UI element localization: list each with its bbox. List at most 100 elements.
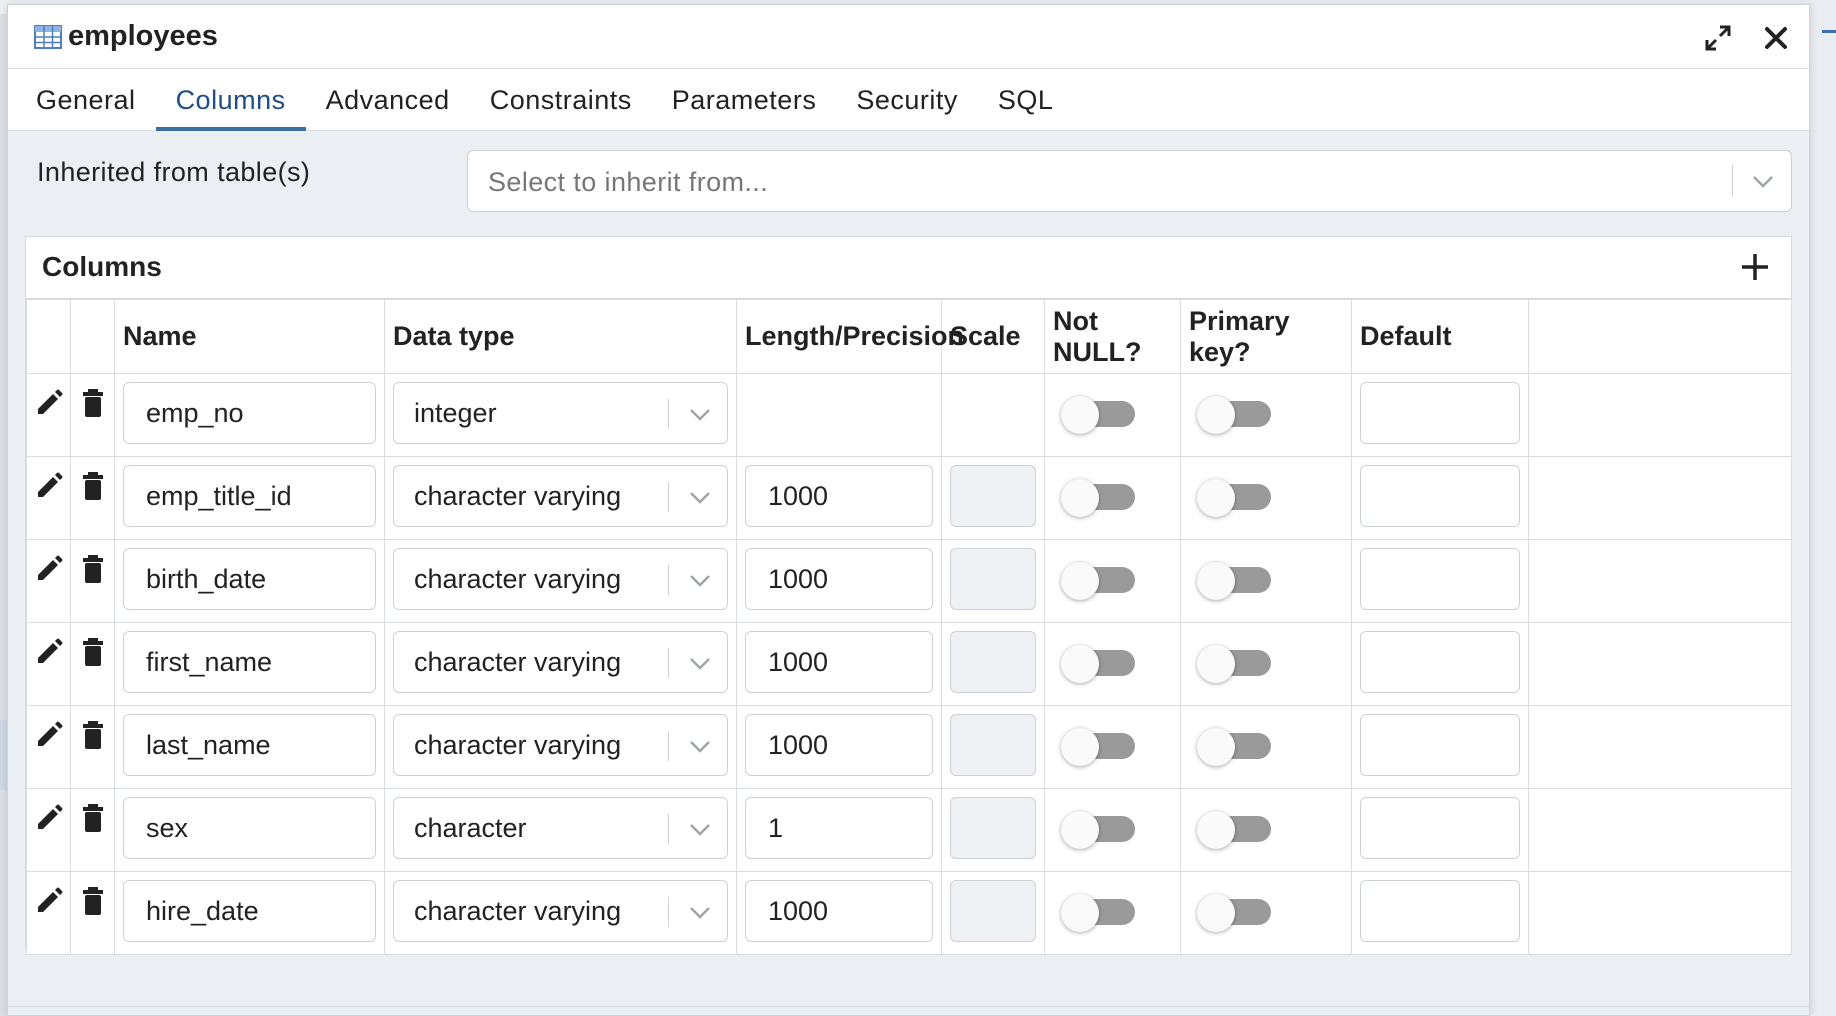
pencil-icon[interactable] bbox=[27, 872, 70, 954]
chevron-down-icon bbox=[690, 575, 710, 587]
tab-columns[interactable]: Columns bbox=[155, 69, 306, 131]
pencil-icon[interactable] bbox=[27, 374, 70, 456]
data-type-select[interactable]: character varying bbox=[393, 631, 728, 693]
table-row: birth_date character varying 1000 bbox=[26, 539, 1792, 623]
trash-icon[interactable] bbox=[71, 457, 114, 539]
header-data-type: Data type bbox=[384, 299, 737, 374]
primary-key-toggle[interactable] bbox=[1197, 894, 1271, 932]
background-window-edge bbox=[1808, 0, 1836, 1016]
pencil-icon[interactable] bbox=[27, 623, 70, 705]
default-value-input[interactable] bbox=[1360, 465, 1520, 527]
tab-parameters[interactable]: Parameters bbox=[652, 69, 837, 131]
default-value-input[interactable] bbox=[1360, 880, 1520, 942]
primary-key-toggle[interactable] bbox=[1197, 811, 1271, 849]
scale-input bbox=[950, 548, 1036, 610]
trash-icon[interactable] bbox=[71, 374, 114, 456]
scale-input bbox=[950, 465, 1036, 527]
default-value-input[interactable] bbox=[1360, 631, 1520, 693]
column-name-input[interactable]: hire_date bbox=[123, 880, 376, 942]
close-icon[interactable] bbox=[1761, 23, 1791, 53]
scale-input bbox=[950, 714, 1036, 776]
column-name-input[interactable]: emp_no bbox=[123, 382, 376, 444]
default-value-input[interactable] bbox=[1360, 714, 1520, 776]
not-null-toggle[interactable] bbox=[1061, 894, 1135, 932]
chevron-down-icon bbox=[690, 658, 710, 670]
length-precision-input[interactable]: 1000 bbox=[745, 465, 933, 527]
chevron-down-icon bbox=[690, 824, 710, 836]
primary-key-toggle[interactable] bbox=[1197, 728, 1271, 766]
data-type-select[interactable]: character varying bbox=[393, 548, 728, 610]
columns-panel: Columns Name Data type Length/Precision … bbox=[25, 236, 1792, 955]
data-type-select[interactable]: character bbox=[393, 797, 728, 859]
trash-icon[interactable] bbox=[71, 623, 114, 705]
expand-icon[interactable] bbox=[1703, 23, 1733, 53]
trash-icon[interactable] bbox=[71, 872, 114, 954]
primary-key-toggle[interactable] bbox=[1197, 645, 1271, 683]
columns-panel-title: Columns bbox=[42, 251, 162, 282]
length-precision-input[interactable]: 1000 bbox=[745, 631, 933, 693]
pencil-icon[interactable] bbox=[27, 540, 70, 622]
pencil-icon[interactable] bbox=[27, 706, 70, 788]
data-type-select[interactable]: character varying bbox=[393, 880, 728, 942]
header-length-precision: Length/Precision bbox=[736, 299, 964, 374]
column-name-input[interactable]: last_name bbox=[123, 714, 376, 776]
table-row: last_name character varying 1000 bbox=[26, 705, 1792, 789]
not-null-toggle[interactable] bbox=[1061, 645, 1135, 683]
data-type-select[interactable]: integer bbox=[393, 382, 728, 444]
table-row: first_name character varying 1000 bbox=[26, 622, 1792, 706]
chevron-down-icon bbox=[690, 492, 710, 504]
scale-input bbox=[950, 880, 1036, 942]
tab-advanced[interactable]: Advanced bbox=[306, 69, 470, 131]
background-window-edge-left bbox=[0, 720, 7, 790]
table-icon bbox=[34, 24, 62, 49]
length-precision-input[interactable]: 1 bbox=[745, 797, 933, 859]
columns-grid: Name Data type Length/Precision Scale No… bbox=[26, 299, 1792, 955]
trash-icon[interactable] bbox=[71, 540, 114, 622]
pencil-icon[interactable] bbox=[27, 789, 70, 871]
length-precision-input[interactable]: 1000 bbox=[745, 714, 933, 776]
inherit-row: Inherited from table(s) Select to inheri… bbox=[8, 131, 1809, 236]
tab-bar: General Columns Advanced Constraints Par… bbox=[8, 69, 1809, 131]
pencil-icon[interactable] bbox=[27, 457, 70, 539]
column-name-input[interactable]: birth_date bbox=[123, 548, 376, 610]
chevron-down-icon bbox=[690, 907, 710, 919]
length-precision-input[interactable]: 1000 bbox=[745, 880, 933, 942]
column-name-input[interactable]: first_name bbox=[123, 631, 376, 693]
header-scale: Scale bbox=[941, 299, 1045, 374]
table-row: emp_title_id character varying 1000 bbox=[26, 456, 1792, 540]
dialog-title: employees bbox=[68, 20, 218, 52]
not-null-toggle[interactable] bbox=[1061, 562, 1135, 600]
table-properties-dialog: employees General Columns Advanced Const… bbox=[7, 4, 1811, 1016]
header-default: Default bbox=[1351, 299, 1529, 374]
table-row: emp_no integer bbox=[26, 373, 1792, 457]
tab-general[interactable]: General bbox=[16, 69, 156, 131]
column-name-input[interactable]: emp_title_id bbox=[123, 465, 376, 527]
primary-key-toggle[interactable] bbox=[1197, 562, 1271, 600]
tab-constraints[interactable]: Constraints bbox=[470, 69, 652, 131]
not-null-toggle[interactable] bbox=[1061, 479, 1135, 517]
default-value-input[interactable] bbox=[1360, 382, 1520, 444]
default-value-input[interactable] bbox=[1360, 548, 1520, 610]
header-primary-key: Primary key? bbox=[1180, 299, 1352, 374]
length-precision-input[interactable]: 1000 bbox=[745, 548, 933, 610]
not-null-toggle[interactable] bbox=[1061, 728, 1135, 766]
data-type-select[interactable]: character varying bbox=[393, 465, 728, 527]
primary-key-toggle[interactable] bbox=[1197, 479, 1271, 517]
trash-icon[interactable] bbox=[71, 789, 114, 871]
header-not-null: Not NULL? bbox=[1044, 299, 1181, 374]
not-null-toggle[interactable] bbox=[1061, 396, 1135, 434]
column-name-input[interactable]: sex bbox=[123, 797, 376, 859]
primary-key-toggle[interactable] bbox=[1197, 396, 1271, 434]
inherit-select[interactable]: Select to inherit from... bbox=[467, 150, 1792, 212]
data-type-select[interactable]: character varying bbox=[393, 714, 728, 776]
trash-icon[interactable] bbox=[71, 706, 114, 788]
tab-sql[interactable]: SQL bbox=[978, 69, 1074, 131]
scale-input bbox=[950, 631, 1036, 693]
not-null-toggle[interactable] bbox=[1061, 811, 1135, 849]
default-value-input[interactable] bbox=[1360, 797, 1520, 859]
scale-input bbox=[950, 797, 1036, 859]
tab-security[interactable]: Security bbox=[836, 69, 978, 131]
header-name: Name bbox=[114, 299, 385, 374]
plus-icon[interactable] bbox=[1737, 249, 1773, 285]
chevron-down-icon bbox=[1753, 176, 1773, 188]
